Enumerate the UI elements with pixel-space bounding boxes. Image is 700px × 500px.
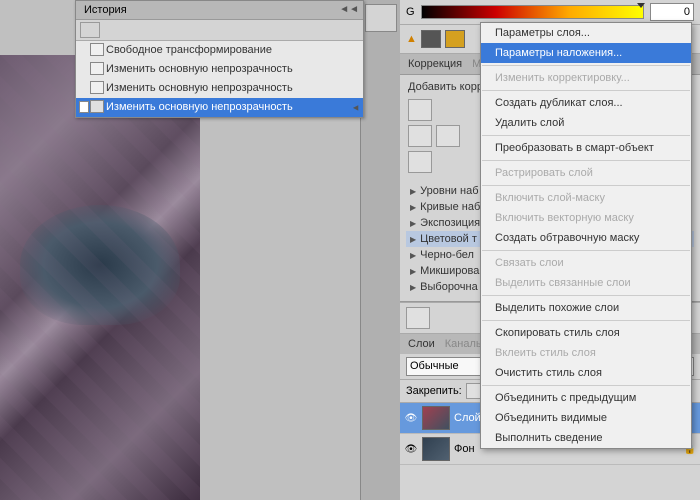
history-title: История [84, 4, 127, 16]
tab-layers[interactable]: Слои [408, 338, 435, 350]
channel-label: G [406, 6, 415, 18]
chevron-left-icon: ◄ [351, 100, 360, 115]
menu-item: Растрировать слой [481, 163, 691, 183]
layer-context-menu[interactable]: Параметры слоя...Параметры наложения... И… [480, 22, 692, 449]
menu-separator [482, 90, 690, 91]
menu-item[interactable]: Удалить слой [481, 113, 691, 133]
history-panel: История ◄◄ Свободное трансформирование Из… [75, 0, 364, 118]
warning-icon: ▲ [406, 33, 417, 45]
swatch-orange[interactable] [445, 30, 465, 48]
menu-item: Вклеить стиль слоя [481, 343, 691, 363]
history-item[interactable]: Изменить основную непрозрачность ◄ [76, 98, 363, 117]
menu-separator [482, 160, 690, 161]
history-tool-icon[interactable] [80, 22, 100, 38]
visibility-eye-icon[interactable]: 👁 [404, 443, 418, 455]
adj-bw-icon[interactable] [408, 151, 432, 173]
history-item[interactable]: Изменить основную непрозрачность [76, 79, 363, 98]
color-slider[interactable] [421, 5, 644, 19]
tab-channels[interactable]: Каналы [445, 338, 484, 350]
history-toolbar [76, 20, 363, 41]
menu-item: Изменить корректировку... [481, 68, 691, 88]
menu-item: Включить векторную маску [481, 208, 691, 228]
menu-item[interactable]: Параметры наложения... [481, 43, 691, 63]
menu-item[interactable]: Преобразовать в смарт-объект [481, 138, 691, 158]
menu-item[interactable]: Объединить видимые [481, 408, 691, 428]
layer-tool-icon[interactable] [406, 307, 430, 329]
menu-item[interactable]: Объединить с предыдущим [481, 388, 691, 408]
menu-item: Выделить связанные слои [481, 273, 691, 293]
history-item-label: Изменить основную непрозрачность [106, 63, 293, 75]
menu-item[interactable]: Создать дубликат слоя... [481, 93, 691, 113]
history-item-label: Изменить основную непрозрачность [106, 101, 293, 113]
history-item-label: Изменить основную непрозрачность [106, 82, 293, 94]
layer-thumbnail[interactable] [422, 437, 450, 461]
menu-item[interactable]: Создать обтравочную маску [481, 228, 691, 248]
history-item[interactable]: Свободное трансформирование [76, 41, 363, 60]
layer-name[interactable]: Фон [454, 443, 475, 455]
menu-item[interactable]: Параметры слоя... [481, 23, 691, 43]
layer-thumbnail[interactable] [422, 406, 450, 430]
tab-corrections[interactable]: Коррекция [408, 58, 462, 70]
history-header[interactable]: История ◄◄ [76, 1, 363, 20]
adj-levels-icon[interactable] [436, 125, 460, 147]
menu-separator [482, 65, 690, 66]
menu-item: Включить слой-маску [481, 188, 691, 208]
menu-item: Связать слои [481, 253, 691, 273]
color-value-input[interactable]: 0 [650, 3, 694, 21]
swatch-dark[interactable] [421, 30, 441, 48]
menu-item[interactable]: Выделить похожие слои [481, 298, 691, 318]
history-item[interactable]: Изменить основную непрозрачность [76, 60, 363, 79]
menu-item[interactable]: Очистить стиль слоя [481, 363, 691, 383]
menu-separator [482, 385, 690, 386]
visibility-eye-icon[interactable]: 👁 [404, 412, 418, 424]
history-list[interactable]: Свободное трансформирование Изменить осно… [76, 41, 363, 117]
close-icon[interactable]: ◄◄ [339, 4, 359, 15]
menu-separator [482, 320, 690, 321]
menu-separator [482, 295, 690, 296]
menu-item[interactable]: Скопировать стиль слоя [481, 323, 691, 343]
adj-brightness-icon[interactable] [408, 99, 432, 121]
menu-separator [482, 185, 690, 186]
panel-toggle-icon[interactable] [365, 4, 397, 32]
menu-separator [482, 135, 690, 136]
document-image[interactable] [0, 55, 200, 500]
menu-separator [482, 250, 690, 251]
menu-item[interactable]: Выполнить сведение [481, 428, 691, 448]
collapsed-panels[interactable] [360, 0, 402, 500]
adj-v-icon[interactable] [408, 125, 432, 147]
lock-label: Закрепить: [406, 385, 462, 397]
history-item-label: Свободное трансформирование [106, 44, 272, 56]
